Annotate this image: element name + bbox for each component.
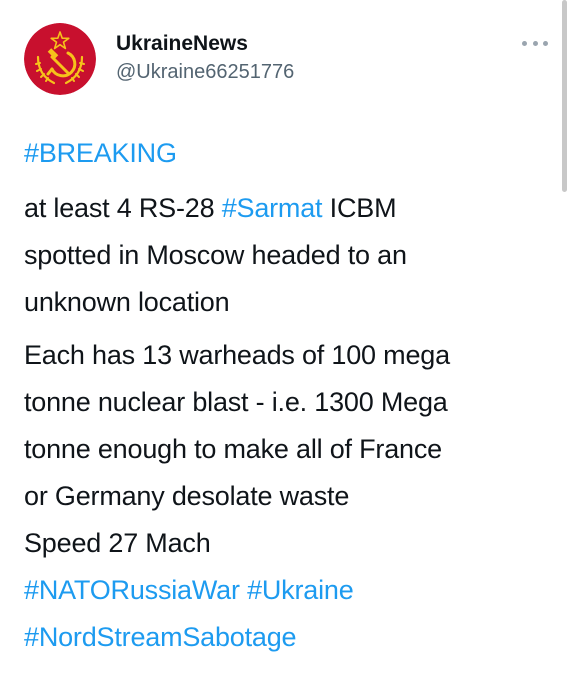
tweet-line: spotted in Moscow headed to an (24, 240, 407, 270)
dot (532, 40, 538, 46)
dot (522, 40, 527, 46)
tweet-line: or Germany desolate waste (24, 481, 350, 511)
hammer-sickle-emblem-icon (24, 23, 96, 95)
tweet-text: #BREAKING at least 4 RS-28 #Sarmat ICBM … (24, 130, 554, 661)
hashtag-link-nordstream[interactable]: #NordStreamSabotage (24, 622, 297, 652)
tweet-line: tonne enough to make all of France (24, 434, 442, 464)
tweet-line: #NordStreamSabotage (24, 614, 554, 661)
more-options-icon[interactable] (522, 36, 548, 50)
dot (543, 40, 548, 46)
scrollbar[interactable] (562, 0, 567, 192)
author-block: UkraineNews @Ukraine66251776 (116, 31, 294, 85)
tweet-line: Speed 27 Mach (24, 528, 211, 558)
author-display-name[interactable]: UkraineNews (116, 31, 294, 57)
avatar[interactable] (24, 23, 96, 95)
tweet-line: at least 4 RS-28 #Sarmat ICBM (24, 185, 554, 232)
tweet-line: #BREAKING (24, 130, 554, 177)
hashtag-link-breaking[interactable]: #BREAKING (24, 138, 177, 168)
hashtag-link-ukraine[interactable]: #Ukraine (247, 575, 354, 605)
hashtag-link-nato[interactable]: #NATORussiaWar (24, 575, 240, 605)
tweet-line: unknown location (24, 287, 230, 317)
author-handle: @Ukraine66251776 (116, 61, 295, 83)
tweet-text-segment: at least 4 RS-28 (24, 193, 222, 223)
tweet-line: #NATORussiaWar #Ukraine (24, 567, 554, 614)
tweet-text-segment: ICBM (322, 193, 397, 223)
hashtag-link-sarmat[interactable]: #Sarmat (222, 193, 323, 223)
tweet-line: tonne nuclear blast - i.e. 1300 Mega (24, 387, 448, 417)
tweet-card: UkraineNews @Ukraine66251776 #BREAKING a… (0, 0, 573, 700)
tweet-line: Each has 13 warheads of 100 mega (24, 340, 450, 370)
